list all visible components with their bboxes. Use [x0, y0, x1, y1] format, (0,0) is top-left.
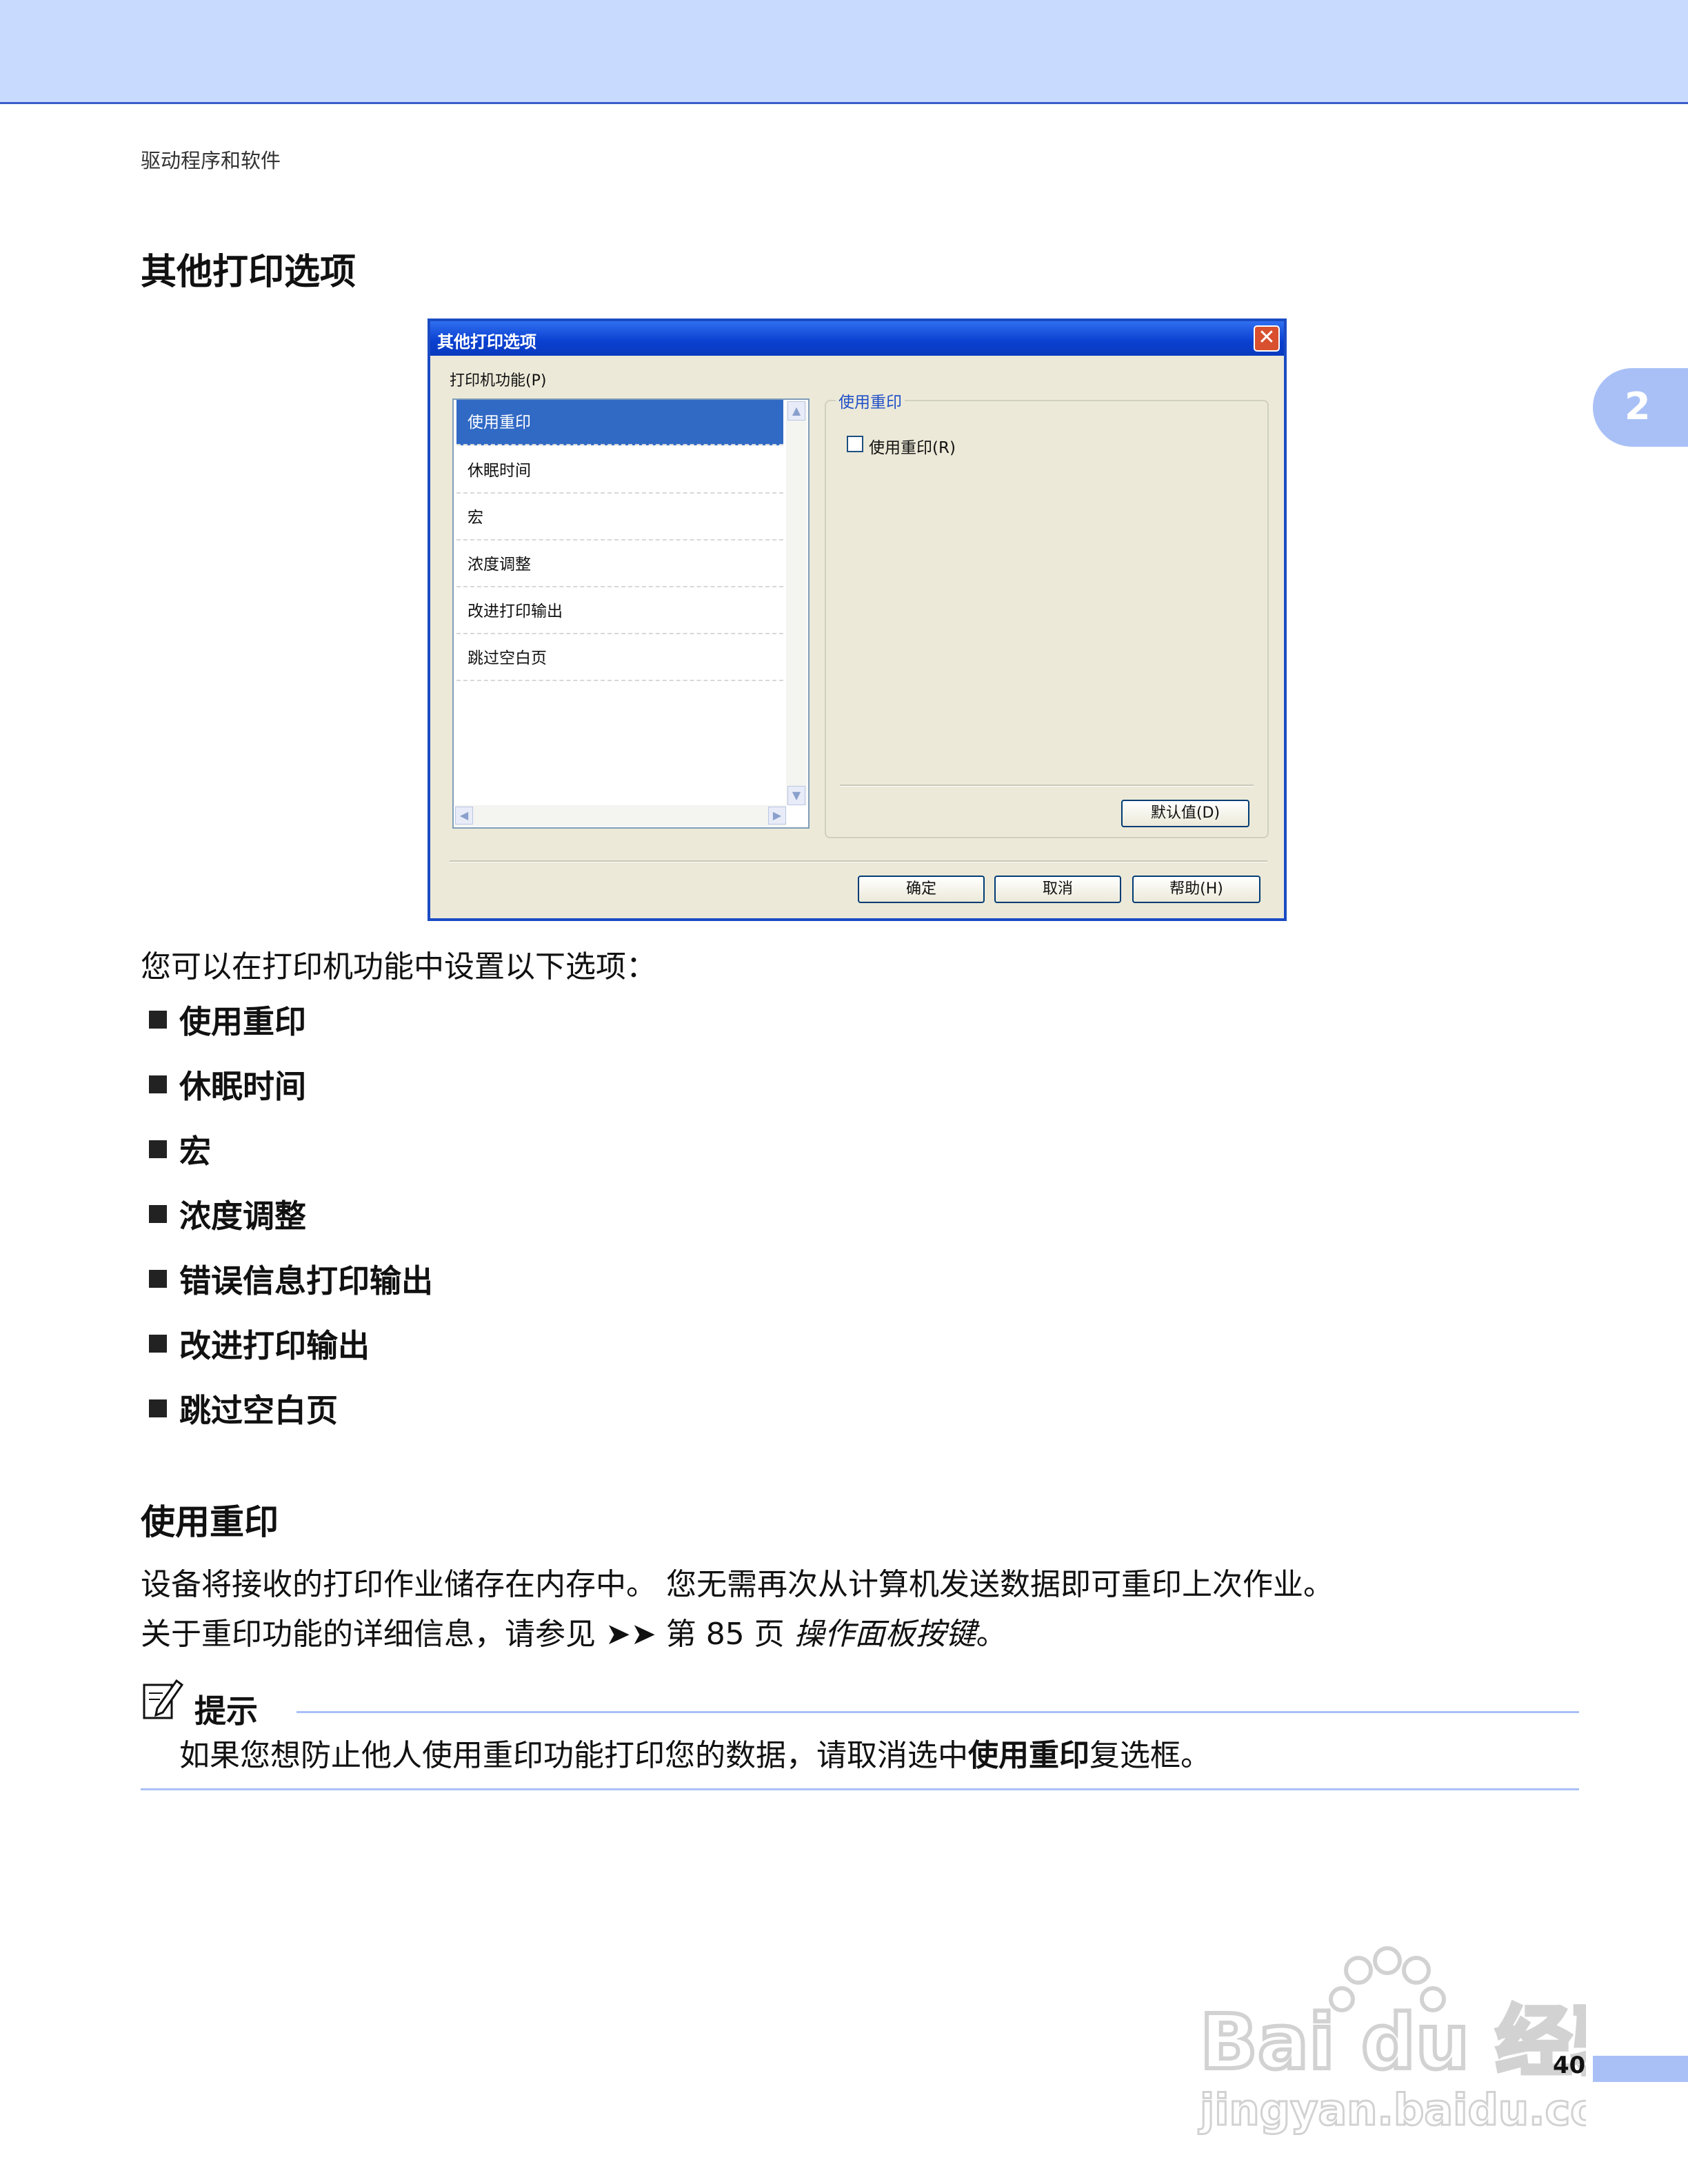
- bullet-square-icon: [149, 1335, 167, 1353]
- scroll-left-icon[interactable]: ◀: [455, 807, 473, 825]
- list-item-density[interactable]: 浓度调整: [456, 542, 783, 587]
- bullet-item: 使用重印: [149, 997, 306, 1042]
- page-number-bar: [1593, 2056, 1688, 2082]
- scroll-right-icon[interactable]: ▶: [768, 807, 786, 825]
- subsection-title: 使用重印: [141, 1502, 279, 1542]
- bullet-item: 休眠时间: [149, 1062, 306, 1107]
- group-divider: [840, 785, 1254, 787]
- note-title: 提示: [194, 1692, 258, 1730]
- baidu-watermark-logo: Bai du 经验 jingyan.baidu.com: [1197, 1946, 1586, 2136]
- top-header-band: [0, 0, 1688, 104]
- bullet-square-icon: [149, 1011, 167, 1029]
- intro-text: 您可以在打印机功能中设置以下选项：: [141, 949, 656, 984]
- svg-text:jingyan.baidu.com: jingyan.baidu.com: [1198, 2085, 1586, 2135]
- scroll-up-icon[interactable]: ▲: [787, 401, 805, 421]
- bullet-square-icon: [149, 1140, 167, 1158]
- reprint-groupbox: 使用重印 使用重印(R) 默认值(D): [825, 389, 1269, 838]
- features-list[interactable]: 使用重印 休眠时间 宏 浓度调整 改进打印输出 跳过空白页 ▲ ▼ ◀ ▶: [452, 398, 810, 829]
- close-icon[interactable]: ✕: [1254, 325, 1280, 352]
- note-divider-bottom: [141, 1788, 1579, 1790]
- bullet-square-icon: [149, 1205, 167, 1223]
- running-header: 驱动程序和软件: [141, 149, 281, 172]
- ok-button[interactable]: 确定: [858, 876, 985, 903]
- bullet-item: 浓度调整: [149, 1191, 306, 1237]
- reprint-checkbox-label[interactable]: 使用重印(R): [869, 434, 956, 458]
- list-item-skip-blank[interactable]: 跳过空白页: [456, 636, 783, 681]
- dialog-titlebar: 其他打印选项 ✕: [430, 321, 1284, 356]
- paragraph-line: 设备将接收的打印作业储存在内存中。 您无需再次从计算机发送数据即可重印上次作业。: [141, 1567, 1334, 1602]
- cancel-button[interactable]: 取消: [994, 876, 1121, 903]
- horizontal-scrollbar[interactable]: ◀ ▶: [455, 805, 786, 826]
- dialog-title: 其他打印选项: [437, 332, 536, 352]
- section-title: 其他打印选项: [141, 252, 356, 293]
- bullet-square-icon: [149, 1399, 167, 1417]
- group-label: 使用重印: [836, 389, 905, 412]
- note-text: 如果您想防止他人使用重印功能打印您的数据，请取消选中使用重印复选框。: [179, 1738, 1211, 1773]
- page-reference-link[interactable]: 操作面板按键: [794, 1617, 976, 1652]
- print-options-dialog: 其他打印选项 ✕ 打印机功能(P) 使用重印 休眠时间 宏 浓度调整 改进打印输…: [428, 318, 1287, 921]
- svg-text:Bai du 经验: Bai du 经验: [1200, 1998, 1586, 2086]
- chapter-number: 2: [1625, 385, 1651, 428]
- list-item-macro[interactable]: 宏: [456, 495, 783, 540]
- note-pencil-icon: [143, 1679, 184, 1719]
- list-item-improve-output[interactable]: 改进打印输出: [456, 589, 783, 634]
- default-button[interactable]: 默认值(D): [1121, 800, 1249, 827]
- scroll-down-icon[interactable]: ▼: [787, 786, 805, 805]
- paragraph-line: 关于重印功能的详细信息，请参见 ➤➤ 第 85 页 操作面板按键。: [141, 1617, 1007, 1652]
- bullet-square-icon: [149, 1270, 167, 1288]
- list-item-sleep-time[interactable]: 休眠时间: [456, 448, 783, 494]
- vertical-scrollbar[interactable]: ▲ ▼: [786, 401, 807, 805]
- note-divider-top: [297, 1711, 1579, 1713]
- bullet-item: 错误信息打印输出: [149, 1256, 433, 1302]
- bullet-item: 跳过空白页: [149, 1386, 338, 1431]
- features-label: 打印机功能(P): [450, 372, 547, 390]
- dialog-divider: [450, 860, 1267, 862]
- reprint-checkbox[interactable]: [847, 436, 863, 452]
- list-item-reprint[interactable]: 使用重印: [456, 400, 783, 445]
- page-number: 40: [1553, 2052, 1586, 2079]
- help-button[interactable]: 帮助(H): [1132, 876, 1260, 903]
- bullet-item: 宏: [149, 1126, 211, 1172]
- bullet-square-icon: [149, 1075, 167, 1093]
- bullet-item: 改进打印输出: [149, 1321, 370, 1366]
- chapter-tab: 2: [1593, 368, 1688, 447]
